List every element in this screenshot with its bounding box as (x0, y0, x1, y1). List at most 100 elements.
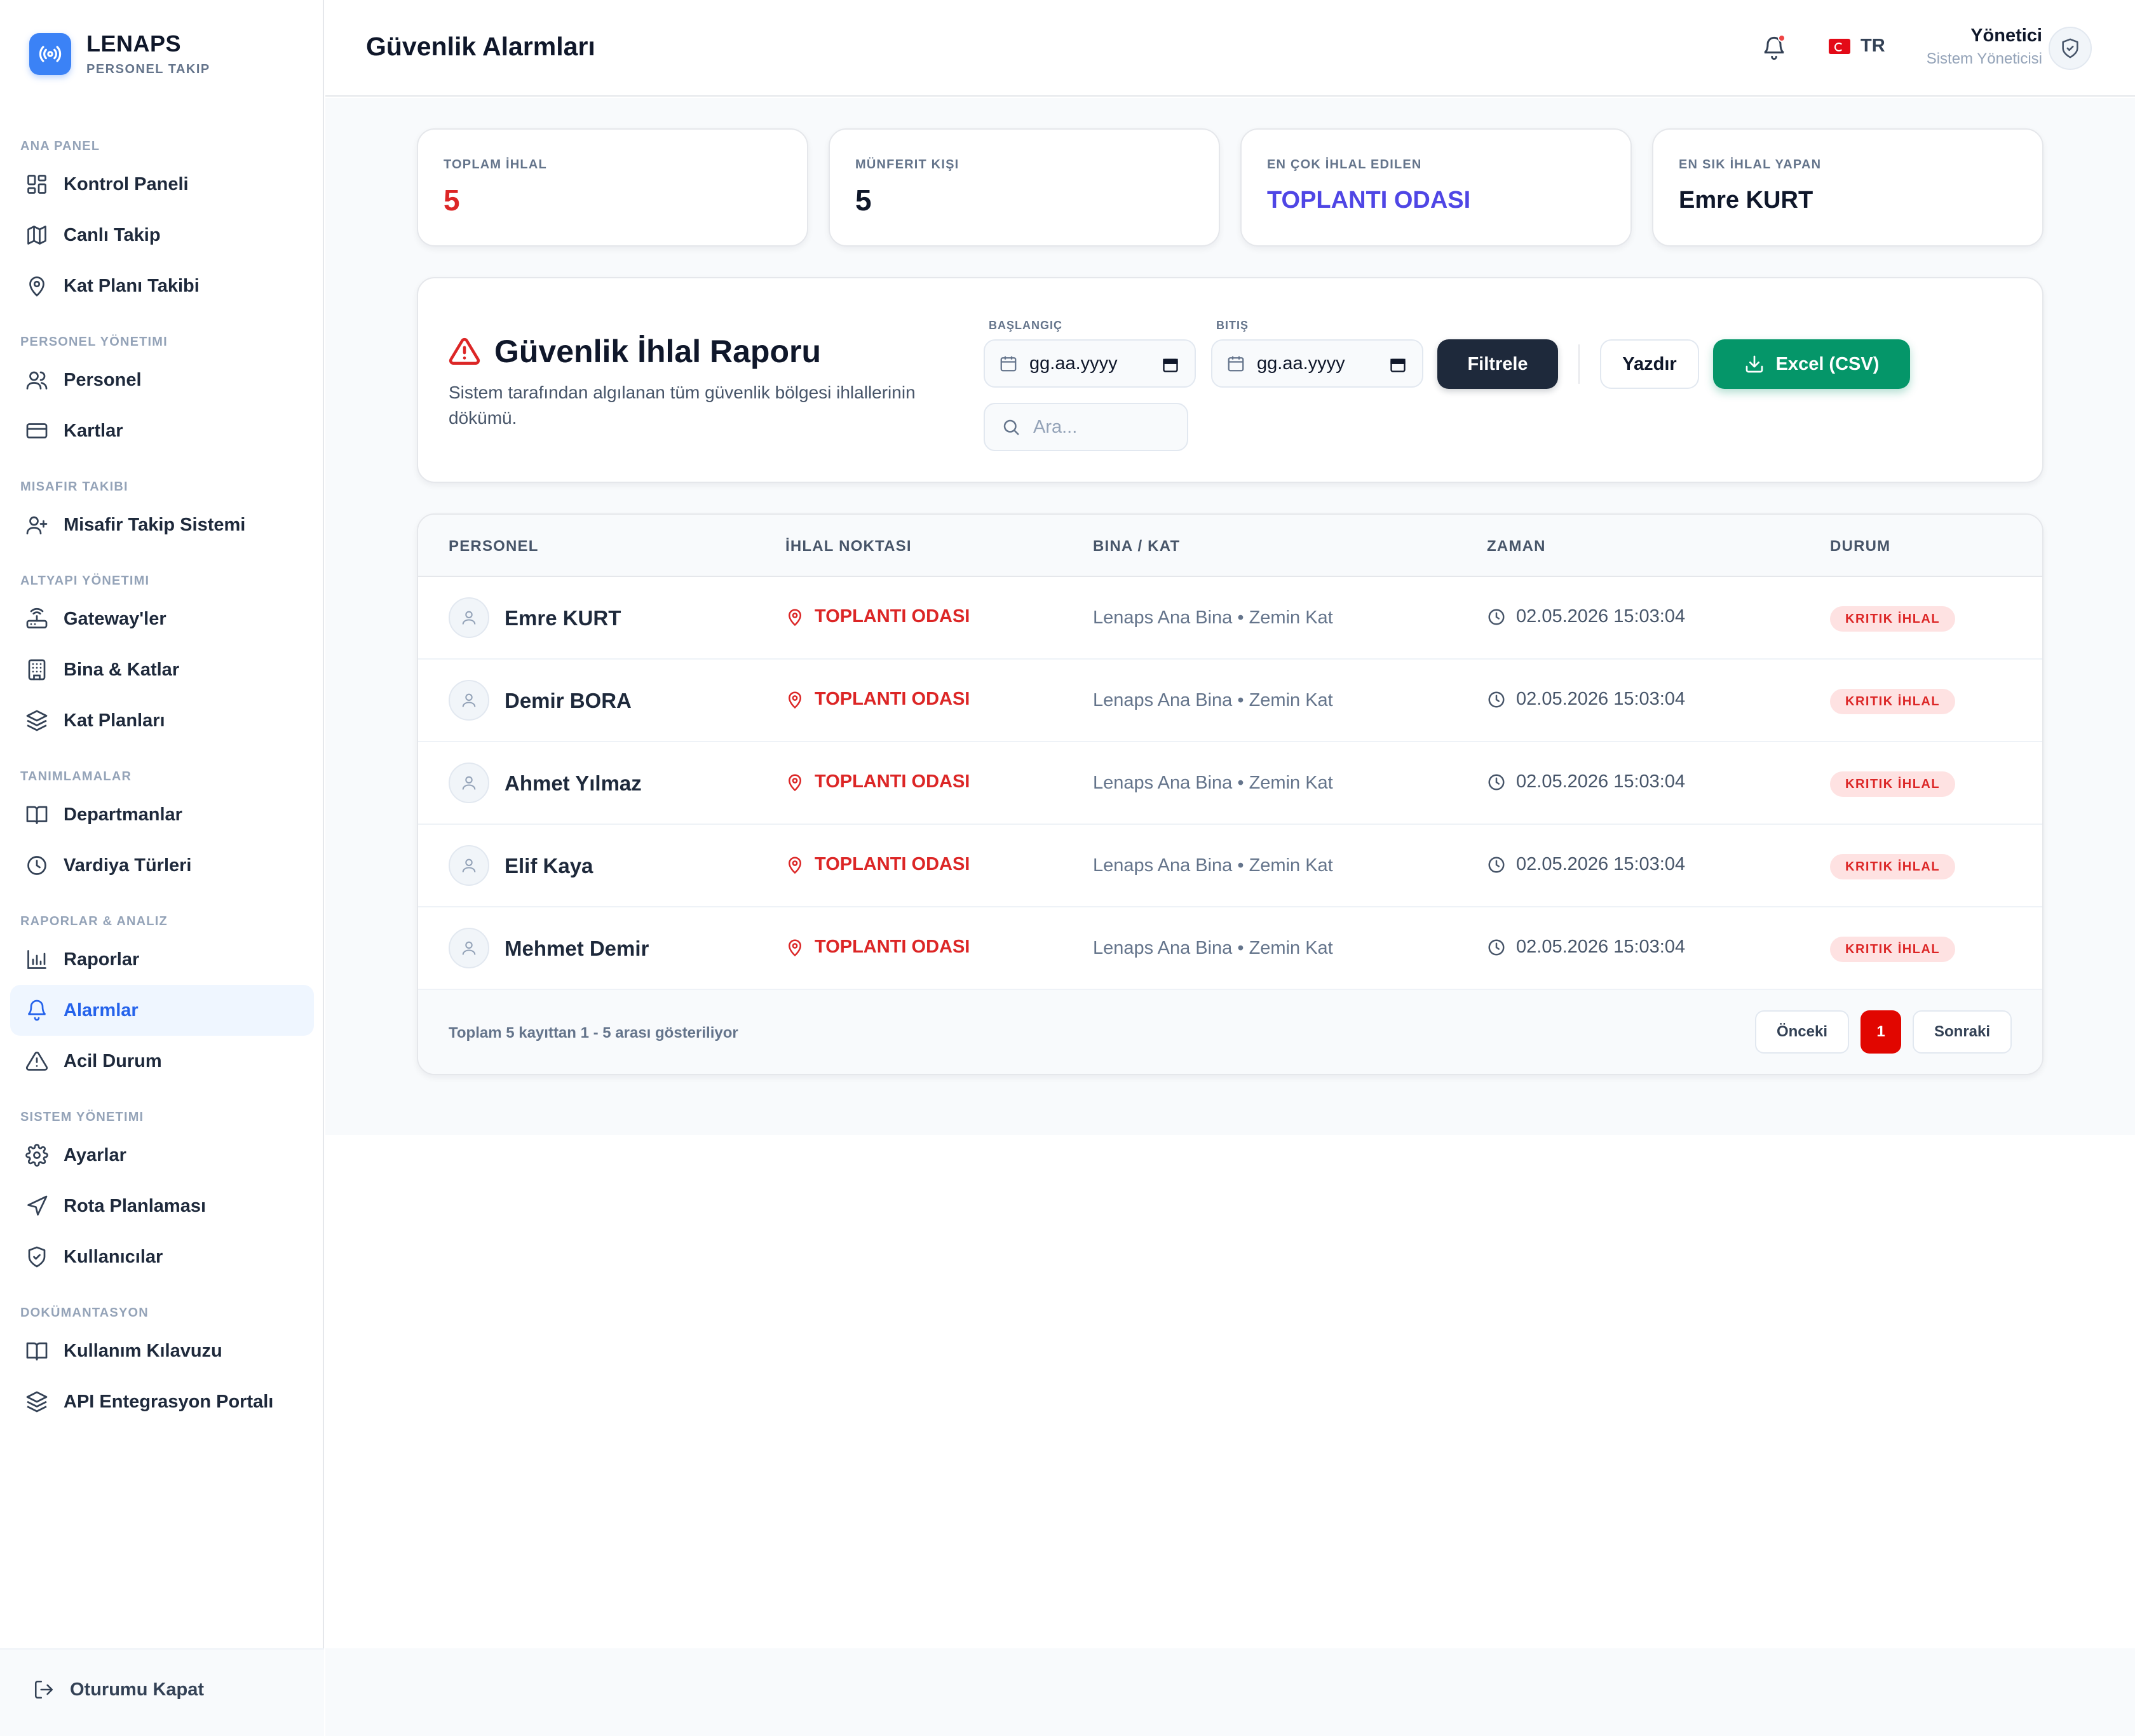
search-input[interactable] (1032, 416, 1172, 438)
page-title: Güvenlik Alarmları (366, 32, 595, 61)
sidebar-item-label: Kat Planı Takibi (64, 275, 200, 296)
clock-icon (27, 856, 46, 875)
sidebar-item-alarmlar[interactable]: Alarmlar (10, 985, 314, 1036)
sidebar-item-label: Kullanım Kılavuzu (64, 1340, 222, 1361)
sidebar-item-label: Acil Durum (64, 1050, 162, 1071)
calendar-picker-icon[interactable] (1162, 356, 1179, 374)
map-pin-icon (788, 857, 802, 874)
brand[interactable]: LENAPS PERSONEL TAKIP (29, 31, 210, 77)
toolbar-divider (1578, 344, 1580, 384)
sidebar-item-label: Canlı Takip (64, 224, 161, 245)
sidebar-item-gateways[interactable]: Gateway'ler (10, 593, 314, 644)
filter-button[interactable]: Filtrele (1437, 339, 1558, 389)
map-pin-icon (788, 691, 802, 709)
person-avatar (449, 680, 489, 721)
stat-value: TOPLANTI ODASI (1267, 187, 1471, 214)
excel-export-label: Excel (CSV) (1775, 353, 1880, 374)
user-plus-icon (26, 516, 48, 534)
logout-label: Oturumu Kapat (70, 1679, 205, 1700)
violations-table: PERSONEL İHLAL NOKTASI BINA / KAT ZAMAN … (417, 513, 2043, 1075)
violation-time: 02.05.2026 15:03:04 (1487, 937, 1685, 958)
sidebar-item-label: Vardiya Türleri (64, 855, 192, 876)
sidebar-item-departmanlar[interactable]: Departmanlar (10, 789, 314, 840)
sidebar-item-label: Kartlar (64, 420, 123, 441)
sidebar-item-ayarlar[interactable]: Ayarlar (10, 1130, 314, 1181)
sidebar-item-kartlar[interactable]: Kartlar (10, 405, 314, 456)
violation-time: 02.05.2026 15:03:04 (1487, 771, 1685, 792)
person-avatar (449, 597, 489, 638)
excel-export-button[interactable]: Excel (CSV) (1713, 339, 1910, 389)
alert-triangle-icon (449, 337, 480, 365)
pagination-info: Toplam 5 kayıttan 1 - 5 arası gösteriliy… (449, 1024, 738, 1041)
violation-point: TOPLANTI ODASI (785, 689, 970, 710)
next-page-button[interactable]: Sonraki (1913, 1010, 2012, 1054)
notifications-button[interactable] (1758, 32, 1791, 65)
logout-icon (34, 1680, 53, 1699)
sidebar-item-kontrol-paneli[interactable]: Kontrol Paneli (10, 159, 314, 210)
table-footer: Toplam 5 kayıttan 1 - 5 arası gösteriliy… (418, 990, 2042, 1074)
section-title: MISAFIR TAKIBI (20, 480, 128, 494)
start-date-label: BAŞLANGIÇ (989, 319, 1062, 332)
sidebar-item-kullanicilar[interactable]: Kullanıcılar (10, 1231, 314, 1282)
section-title: ANA PANEL (20, 139, 100, 153)
book-open-icon (26, 1342, 48, 1360)
section-title: DOKÜMANTASYON (20, 1306, 149, 1320)
main-bottom-area (325, 1648, 2135, 1736)
clock-icon (1488, 857, 1505, 872)
sidebar-item-bina-katlar[interactable]: Bina & Katlar (10, 644, 314, 695)
layers-icon (26, 710, 48, 731)
user-role: Sistem Yöneticisi (1926, 50, 2042, 67)
sidebar-item-label: Ayarlar (64, 1144, 126, 1165)
sidebar-item-api-portal[interactable]: API Entegrasyon Portalı (10, 1376, 314, 1427)
logout-button[interactable]: Oturumu Kapat (33, 1679, 204, 1700)
calendar-picker-icon[interactable] (1389, 356, 1407, 374)
previous-page-button[interactable]: Önceki (1755, 1010, 1849, 1054)
shield-check-icon (2062, 38, 2078, 58)
sidebar-item-raporlar[interactable]: Raporlar (10, 934, 314, 985)
sidebar-item-label: Kat Planları (64, 710, 165, 731)
sidebar-item-acil-durum[interactable]: Acil Durum (10, 1036, 314, 1087)
sidebar-item-misafir-takip[interactable]: Misafir Takip Sistemi (10, 499, 314, 550)
sidebar-item-label: Bina & Katlar (64, 659, 180, 680)
stat-title: EN ÇOK İHLAL EDILEN (1267, 158, 1422, 172)
sidebar-item-kullanim-kilavuzu[interactable]: Kullanım Kılavuzu (10, 1326, 314, 1376)
status-badge: KRITIK İHLAL (1830, 937, 1956, 962)
router-icon (26, 608, 48, 628)
sidebar-item-personel[interactable]: Personel (10, 355, 314, 405)
section-title: PERSONEL YÖNETIMI (20, 335, 168, 349)
map-icon (27, 226, 46, 245)
search-field[interactable] (984, 403, 1188, 451)
notification-dot (1778, 34, 1786, 42)
clock-icon (1488, 939, 1505, 955)
sidebar-item-label: Gateway'ler (64, 608, 166, 629)
user-icon (462, 858, 476, 872)
start-date-value: gg.aa.yyyy (1029, 353, 1118, 374)
map-pin-icon (788, 774, 802, 791)
sidebar-item-canli-takip[interactable]: Canlı Takip (10, 210, 314, 261)
sidebar-item-rota-planlamasi[interactable]: Rota Planlaması (10, 1181, 314, 1231)
layers-icon (26, 1391, 48, 1413)
start-date-input[interactable]: gg.aa.yyyy (984, 339, 1196, 388)
sidebar-item-kat-plani-takibi[interactable]: Kat Planı Takibi (10, 261, 314, 311)
report-description: Sistem tarafından algılanan tüm güvenlik… (449, 383, 916, 428)
table-row[interactable]: Mehmet Demir TOPLANTI ODASI Lenaps Ana B… (418, 907, 2042, 990)
building-floor: Lenaps Ana Bina • Zemin Kat (1093, 938, 1333, 958)
current-page-button[interactable]: 1 (1860, 1010, 1901, 1054)
table-row[interactable]: Elif Kaya TOPLANTI ODASI Lenaps Ana Bina… (418, 825, 2042, 907)
sidebar-item-label: API Entegrasyon Portalı (64, 1391, 274, 1412)
column-header-ihlal-noktasi: İHLAL NOKTASI (785, 538, 912, 555)
user-icon (462, 693, 476, 707)
end-date-input[interactable]: gg.aa.yyyy (1211, 339, 1423, 388)
avatar[interactable] (2049, 27, 2092, 70)
table-row[interactable]: Emre KURT TOPLANTI ODASI Lenaps Ana Bina… (418, 577, 2042, 660)
clock-icon (1488, 774, 1505, 790)
sidebar-item-kat-planlari[interactable]: Kat Planları (10, 695, 314, 746)
sidebar-item-label: Personel (64, 369, 142, 390)
sidebar-item-vardiya-turleri[interactable]: Vardiya Türleri (10, 840, 314, 891)
building-floor: Lenaps Ana Bina • Zemin Kat (1093, 855, 1333, 876)
user-info[interactable]: Yönetici Sistem Yöneticisi (1863, 25, 2042, 68)
column-header-zaman: ZAMAN (1487, 538, 1546, 555)
table-row[interactable]: Ahmet Yılmaz TOPLANTI ODASI Lenaps Ana B… (418, 742, 2042, 825)
table-row[interactable]: Demir BORA TOPLANTI ODASI Lenaps Ana Bin… (418, 660, 2042, 742)
print-button[interactable]: Yazdır (1600, 339, 1699, 389)
